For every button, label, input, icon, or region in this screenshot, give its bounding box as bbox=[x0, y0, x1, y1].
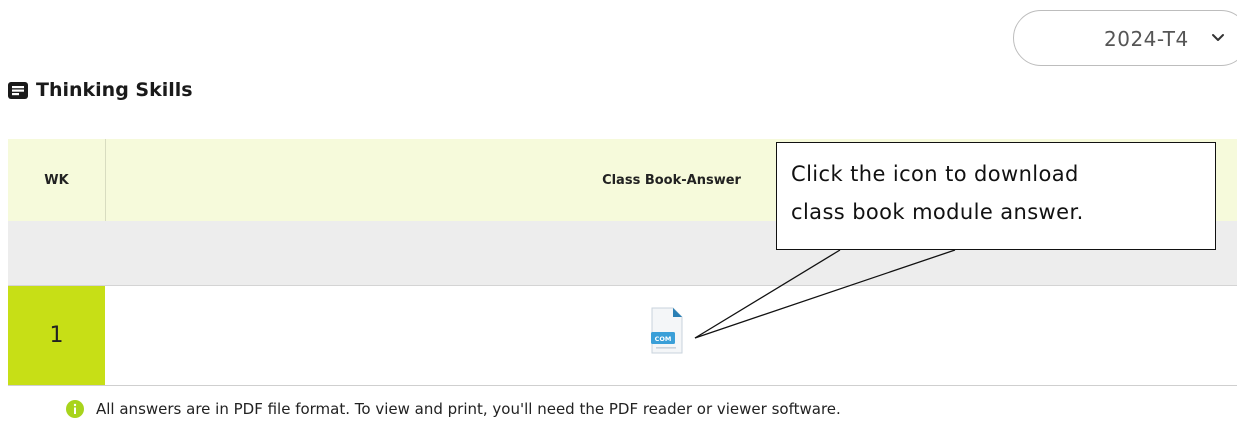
column-header-week: WK bbox=[8, 139, 106, 221]
info-note: All answers are in PDF file format. To v… bbox=[66, 400, 841, 418]
chevron-down-icon bbox=[1212, 34, 1224, 41]
table-row: 1 COM bbox=[8, 286, 1237, 386]
info-note-text: All answers are in PDF file format. To v… bbox=[96, 400, 841, 418]
document-download-icon[interactable]: COM bbox=[649, 306, 685, 356]
info-icon bbox=[66, 400, 84, 418]
file-type-label: COM bbox=[655, 335, 672, 343]
term-select-value: 2024-T4 bbox=[1104, 27, 1189, 51]
callout-line-1: Click the icon to download bbox=[791, 162, 1079, 186]
list-icon bbox=[8, 81, 28, 99]
term-select[interactable]: 2024-T4 bbox=[1013, 10, 1237, 66]
answer-cell: COM bbox=[105, 286, 1237, 385]
callout-box: Click the icon to download class book mo… bbox=[776, 142, 1216, 250]
week-number-cell: 1 bbox=[8, 286, 105, 385]
section-title: Thinking Skills bbox=[36, 79, 193, 101]
callout-line-2: class book module answer. bbox=[791, 200, 1084, 224]
section-heading: Thinking Skills bbox=[8, 76, 193, 104]
